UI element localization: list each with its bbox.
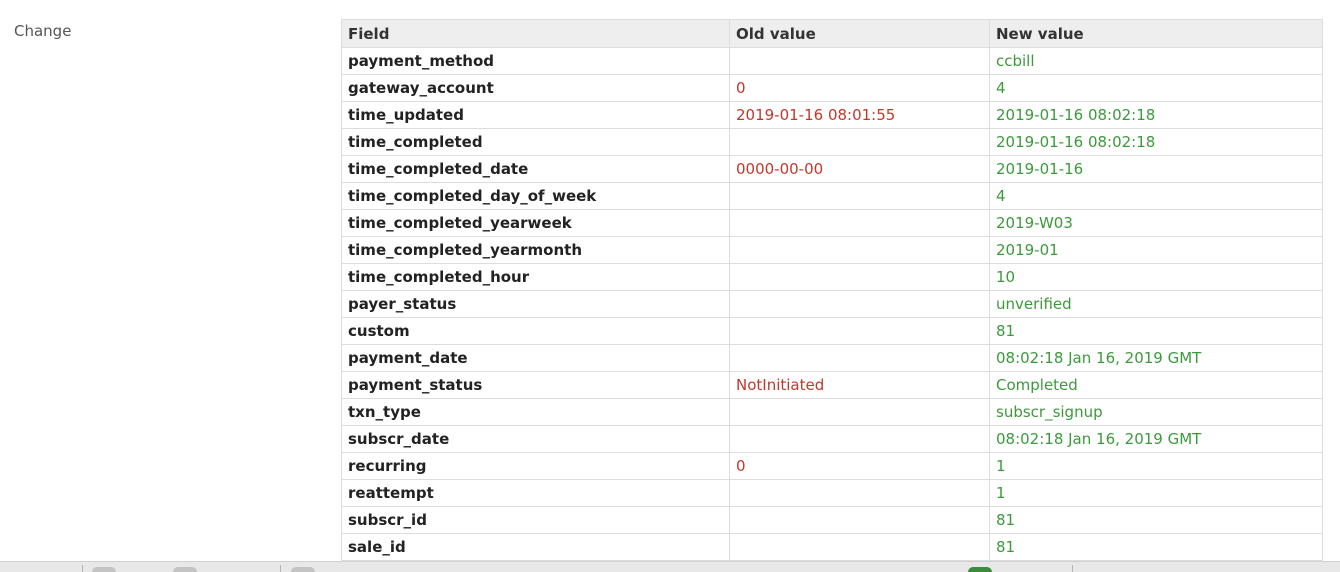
table-row: payment_date 08:02:18 Jan 16, 2019 GMT <box>341 344 1323 372</box>
changes-table-container: Field Old value New value payment_method… <box>341 19 1323 561</box>
field-cell: payment_date <box>341 344 730 372</box>
table-row: time_completed_yearmonth 2019-01 <box>341 236 1323 264</box>
field-cell: subscr_id <box>341 506 730 534</box>
table-row: time_completed_date 0000-00-00 2019-01-16 <box>341 155 1323 183</box>
table-row: payment_method ccbill <box>341 47 1323 75</box>
status-bar <box>0 561 1340 572</box>
new-value-cell: 81 <box>989 506 1323 534</box>
section-label: Change <box>14 22 72 40</box>
field-cell: gateway_account <box>341 74 730 102</box>
old-value-cell <box>729 398 990 426</box>
old-value-cell <box>729 47 990 75</box>
table-header-row: Field Old value New value <box>341 19 1323 48</box>
table-row: time_updated 2019-01-16 08:01:55 2019-01-1… <box>341 101 1323 129</box>
new-value-cell: 4 <box>989 74 1323 102</box>
new-value-cell: 2019-W03 <box>989 209 1323 237</box>
table-row: time_completed_yearweek 2019-W03 <box>341 209 1323 237</box>
status-pill <box>291 567 315 572</box>
new-value-cell: 08:02:18 Jan 16, 2019 GMT <box>989 425 1323 453</box>
table-row: time_completed 2019-01-16 08:02:18 <box>341 128 1323 156</box>
new-value-cell: 10 <box>989 263 1323 291</box>
changes-table: Field Old value New value payment_method… <box>341 19 1323 561</box>
table-row: sale_id 81 <box>341 533 1323 561</box>
table-row: subscr_date 08:02:18 Jan 16, 2019 GMT <box>341 425 1323 453</box>
old-value-cell <box>729 182 990 210</box>
new-value-cell: 2019-01-16 08:02:18 <box>989 101 1323 129</box>
field-cell: payment_method <box>341 47 730 75</box>
status-pill <box>92 567 116 572</box>
status-divider <box>82 565 83 572</box>
table-row: txn_type subscr_signup <box>341 398 1323 426</box>
status-divider <box>1072 565 1073 572</box>
old-value-cell: 2019-01-16 08:01:55 <box>729 101 990 129</box>
field-cell: payer_status <box>341 290 730 318</box>
old-value-cell <box>729 290 990 318</box>
header-field: Field <box>341 19 730 48</box>
old-value-cell <box>729 425 990 453</box>
new-value-cell: subscr_signup <box>989 398 1323 426</box>
table-row: reattempt 1 <box>341 479 1323 507</box>
table-row: time_completed_hour 10 <box>341 263 1323 291</box>
new-value-cell: 2019-01-16 08:02:18 <box>989 128 1323 156</box>
field-cell: txn_type <box>341 398 730 426</box>
field-cell: custom <box>341 317 730 345</box>
table-row: subscr_id 81 <box>341 506 1323 534</box>
table-row: payment_status NotInitiated Completed <box>341 371 1323 399</box>
table-row: payer_status unverified <box>341 290 1323 318</box>
new-value-cell: 08:02:18 Jan 16, 2019 GMT <box>989 344 1323 372</box>
old-value-cell <box>729 317 990 345</box>
old-value-cell <box>729 479 990 507</box>
old-value-cell <box>729 506 990 534</box>
field-cell: time_completed_yearmonth <box>341 236 730 264</box>
header-old-value: Old value <box>729 19 990 48</box>
old-value-cell <box>729 263 990 291</box>
field-cell: sale_id <box>341 533 730 561</box>
table-row: custom 81 <box>341 317 1323 345</box>
status-indicator-icon <box>968 567 992 572</box>
field-cell: payment_status <box>341 371 730 399</box>
old-value-cell <box>729 533 990 561</box>
field-cell: recurring <box>341 452 730 480</box>
new-value-cell: 81 <box>989 317 1323 345</box>
new-value-cell: 2019-01-16 <box>989 155 1323 183</box>
new-value-cell: unverified <box>989 290 1323 318</box>
field-cell: time_completed_yearweek <box>341 209 730 237</box>
new-value-cell: 1 <box>989 452 1323 480</box>
field-cell: time_completed_day_of_week <box>341 182 730 210</box>
old-value-cell: 0 <box>729 74 990 102</box>
status-pill <box>173 567 197 572</box>
field-cell: time_completed_hour <box>341 263 730 291</box>
old-value-cell <box>729 128 990 156</box>
old-value-cell <box>729 236 990 264</box>
old-value-cell: 0 <box>729 452 990 480</box>
old-value-cell: NotInitiated <box>729 371 990 399</box>
old-value-cell <box>729 344 990 372</box>
field-cell: time_completed_date <box>341 155 730 183</box>
table-row: time_completed_day_of_week 4 <box>341 182 1323 210</box>
old-value-cell <box>729 209 990 237</box>
field-cell: subscr_date <box>341 425 730 453</box>
field-cell: time_completed <box>341 128 730 156</box>
new-value-cell: Completed <box>989 371 1323 399</box>
field-cell: reattempt <box>341 479 730 507</box>
table-body: payment_method ccbill gateway_account 0 4 tim… <box>341 47 1323 561</box>
new-value-cell: 2019-01 <box>989 236 1323 264</box>
status-divider <box>280 565 281 572</box>
new-value-cell: 1 <box>989 479 1323 507</box>
page: Change Field Old value New value payment… <box>0 0 1340 572</box>
field-cell: time_updated <box>341 101 730 129</box>
table-row: gateway_account 0 4 <box>341 74 1323 102</box>
new-value-cell: 4 <box>989 182 1323 210</box>
new-value-cell: ccbill <box>989 47 1323 75</box>
new-value-cell: 81 <box>989 533 1323 561</box>
header-new-value: New value <box>989 19 1323 48</box>
table-row: recurring 0 1 <box>341 452 1323 480</box>
old-value-cell: 0000-00-00 <box>729 155 990 183</box>
